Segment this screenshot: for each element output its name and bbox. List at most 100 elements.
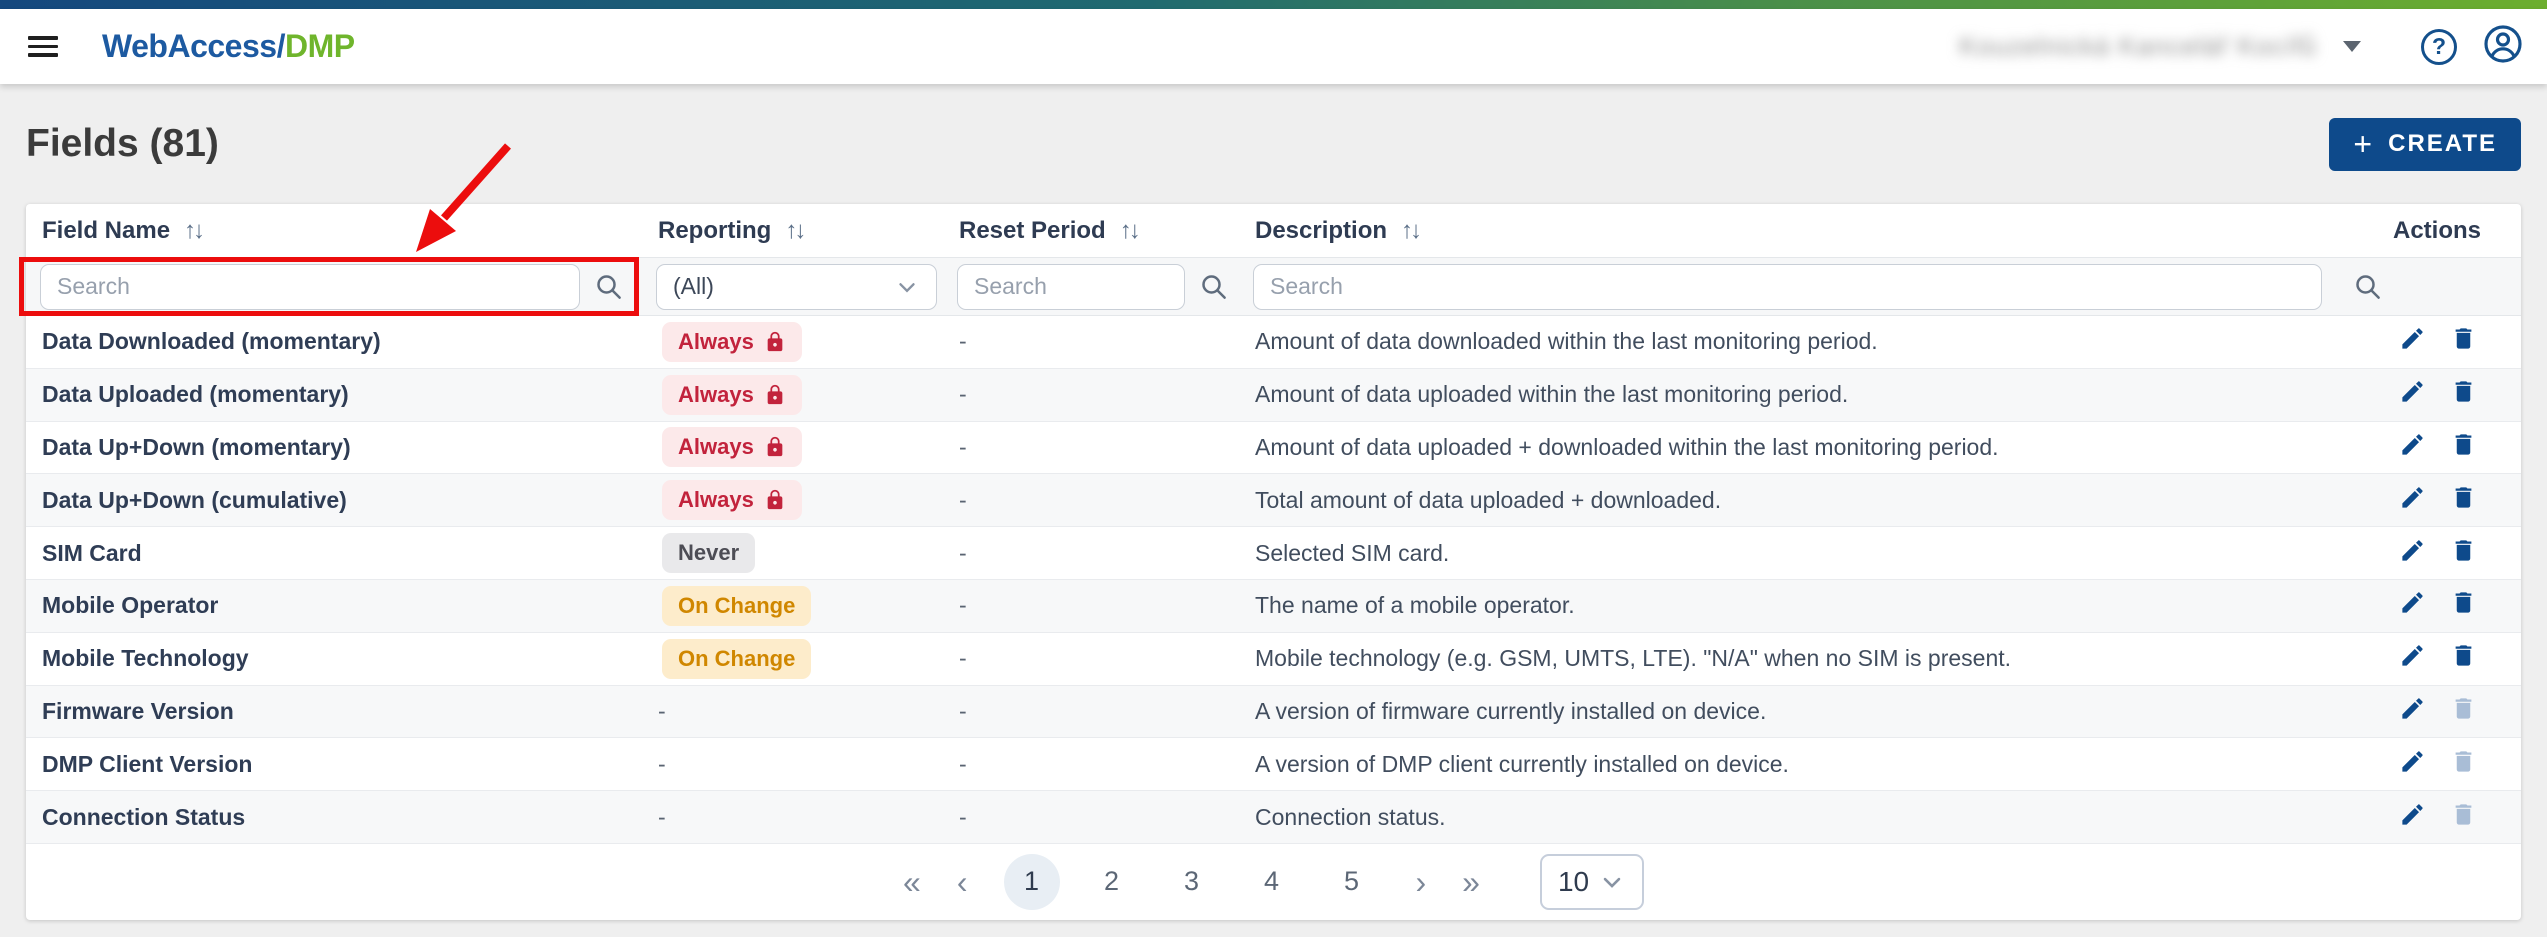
actions-filter-cell xyxy=(2339,272,2521,302)
app-header: WebAccess/DMP Kouzelnická Kancelář Kocíf… xyxy=(0,0,2547,84)
description-cell: Mobile technology (e.g. GSM, UMTS, LTE).… xyxy=(1239,645,2339,672)
edit-icon[interactable] xyxy=(2399,748,2426,781)
edit-icon[interactable] xyxy=(2399,589,2426,622)
prev-page-button[interactable]: ‹ xyxy=(957,866,968,898)
create-button[interactable]: + CREATE xyxy=(2329,118,2521,171)
field-name-cell: Data Up+Down (momentary) xyxy=(26,434,642,461)
delete-icon[interactable] xyxy=(2450,695,2477,728)
pagination-pages: 12345 xyxy=(1004,854,1380,910)
edit-icon[interactable] xyxy=(2399,378,2426,411)
edit-icon[interactable] xyxy=(2399,484,2426,517)
sort-icon[interactable]: ↑↓ xyxy=(785,217,803,245)
description-search-input[interactable] xyxy=(1253,264,2322,310)
page-button-2[interactable]: 2 xyxy=(1084,854,1140,910)
organization-selector[interactable]: Kouzelnická Kancelář Kocífů xyxy=(1959,31,2361,62)
reporting-cell: Always xyxy=(642,427,943,467)
row-actions-cell xyxy=(2339,484,2521,517)
delete-icon[interactable] xyxy=(2450,378,2477,411)
edit-icon[interactable] xyxy=(2399,642,2426,675)
reset-period-cell: - xyxy=(943,381,1239,408)
table-row: DMP Client Version - - A version of DMP … xyxy=(26,738,2521,791)
logo-text-secondary: DMP xyxy=(285,28,355,64)
reporting-badge: Always xyxy=(662,322,802,362)
edit-icon[interactable] xyxy=(2399,695,2426,728)
table-row: Mobile Operator On Change - The name of … xyxy=(26,580,2521,633)
reset-period-cell: - xyxy=(943,328,1239,355)
description-filter-cell xyxy=(1239,264,2339,310)
delete-icon[interactable] xyxy=(2450,431,2477,464)
delete-icon[interactable] xyxy=(2450,325,2477,358)
row-actions-cell xyxy=(2339,378,2521,411)
reset-period-search-input[interactable] xyxy=(957,264,1185,310)
page-button-3[interactable]: 3 xyxy=(1164,854,1220,910)
reporting-badge: Never xyxy=(662,533,755,573)
table-row: Mobile Technology On Change - Mobile tec… xyxy=(26,633,2521,686)
page-button-5[interactable]: 5 xyxy=(1324,854,1380,910)
row-actions-cell xyxy=(2339,431,2521,464)
field-name-filter-cell xyxy=(26,264,642,310)
edit-icon[interactable] xyxy=(2399,325,2426,358)
help-button[interactable]: ? xyxy=(2421,29,2457,65)
reporting-filter-cell: (All) xyxy=(642,264,943,310)
reporting-cell: - xyxy=(642,751,943,778)
account-button[interactable] xyxy=(2483,24,2523,69)
sort-icon[interactable]: ↑↓ xyxy=(184,217,202,245)
field-name-cell: Data Uploaded (momentary) xyxy=(26,381,642,408)
delete-icon[interactable] xyxy=(2450,801,2477,834)
table-filter-row: (All) xyxy=(26,258,2521,316)
app-logo[interactable]: WebAccess/DMP xyxy=(102,28,355,65)
fields-table-card: Field Name ↑↓ Reporting ↑↓ Reset Period … xyxy=(26,204,2521,920)
sort-icon[interactable]: ↑↓ xyxy=(1120,217,1138,245)
last-page-button[interactable]: » xyxy=(1462,866,1480,898)
column-header-description[interactable]: Description ↑↓ xyxy=(1239,217,2339,245)
organization-name: Kouzelnická Kancelář Kocífů xyxy=(1959,31,2317,62)
field-name-cell: SIM Card xyxy=(26,540,642,567)
reporting-cell: Always xyxy=(642,375,943,415)
page-size-select[interactable]: 10 xyxy=(1540,854,1644,910)
edit-icon[interactable] xyxy=(2399,801,2426,834)
row-actions-cell xyxy=(2339,642,2521,675)
sort-icon[interactable]: ↑↓ xyxy=(1401,217,1419,245)
column-header-field-name[interactable]: Field Name ↑↓ xyxy=(26,217,642,245)
reset-period-filter-cell xyxy=(943,264,1239,310)
search-icon[interactable] xyxy=(2353,272,2383,302)
field-name-search-input[interactable] xyxy=(40,264,580,310)
edit-icon[interactable] xyxy=(2399,431,2426,464)
reset-period-cell: - xyxy=(943,804,1239,831)
column-header-actions: Actions xyxy=(2339,217,2521,245)
field-name-cell: Data Downloaded (momentary) xyxy=(26,328,642,355)
reset-period-cell: - xyxy=(943,434,1239,461)
reporting-badge: On Change xyxy=(662,586,811,626)
field-name-cell: Firmware Version xyxy=(26,698,642,725)
reset-period-cell: - xyxy=(943,698,1239,725)
description-cell: Amount of data uploaded + downloaded wit… xyxy=(1239,434,2339,461)
lock-icon xyxy=(764,331,786,353)
description-cell: A version of DMP client currently instal… xyxy=(1239,751,2339,778)
table-row: Firmware Version - - A version of firmwa… xyxy=(26,686,2521,739)
first-page-button[interactable]: « xyxy=(903,866,921,898)
search-icon[interactable] xyxy=(594,272,624,302)
page-button-4[interactable]: 4 xyxy=(1244,854,1300,910)
reporting-cell: Never xyxy=(642,533,943,573)
menu-icon[interactable] xyxy=(28,36,58,57)
delete-icon[interactable] xyxy=(2450,484,2477,517)
column-header-reporting[interactable]: Reporting ↑↓ xyxy=(642,217,943,245)
edit-icon[interactable] xyxy=(2399,537,2426,570)
search-icon[interactable] xyxy=(1199,272,1229,302)
column-header-reset-period[interactable]: Reset Period ↑↓ xyxy=(943,217,1239,245)
delete-icon[interactable] xyxy=(2450,642,2477,675)
logo-text-primary: WebAccess/ xyxy=(102,28,285,64)
app-bar: WebAccess/DMP Kouzelnická Kancelář Kocíf… xyxy=(0,9,2547,84)
pagination: « ‹ 12345 › » 10 xyxy=(26,844,2521,920)
next-page-button[interactable]: › xyxy=(1416,866,1427,898)
reporting-cell: Always xyxy=(642,322,943,362)
delete-icon[interactable] xyxy=(2450,589,2477,622)
page-button-1[interactable]: 1 xyxy=(1004,854,1060,910)
create-button-label: CREATE xyxy=(2388,130,2497,158)
delete-icon[interactable] xyxy=(2450,748,2477,781)
reporting-filter-select[interactable]: (All) xyxy=(656,264,937,310)
row-actions-cell xyxy=(2339,325,2521,358)
page-size-value: 10 xyxy=(1558,866,1589,898)
delete-icon[interactable] xyxy=(2450,537,2477,570)
description-cell: Amount of data downloaded within the las… xyxy=(1239,328,2339,355)
